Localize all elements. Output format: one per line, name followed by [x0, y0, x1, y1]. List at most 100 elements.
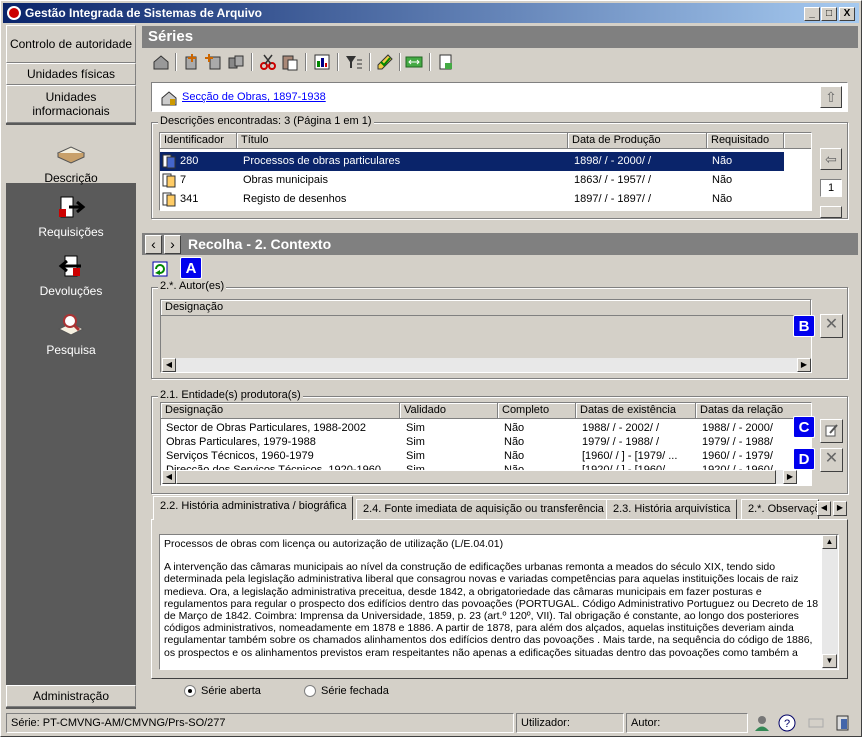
scroll-right-arrow[interactable]: ▶ [797, 358, 811, 372]
house-icon [161, 91, 177, 106]
table-row[interactable]: 341 Registo de desenhos 1897/ / - 1897/ … [160, 190, 784, 209]
nav-item-pesquisa[interactable]: Pesquisa [6, 311, 136, 361]
badge-a: A [180, 257, 202, 279]
paste-icon[interactable] [281, 53, 299, 71]
scroll-left-arrow[interactable]: ◀ [162, 470, 176, 484]
col-header-data-producao[interactable]: Data de Produção [568, 133, 707, 149]
scroll-thumb[interactable] [176, 470, 776, 484]
producers-hscrollbar[interactable]: ◀ ▶ [162, 470, 797, 484]
close-icon: ✕ [824, 450, 839, 467]
tabs-scroll-right[interactable]: ▶ [833, 501, 847, 516]
authors-group-label: 2.*. Autor(es) [158, 280, 227, 292]
col-header-titulo[interactable]: Título [237, 133, 568, 149]
book-icon [56, 146, 86, 164]
col-header-requisitado[interactable]: Requisitado [707, 133, 784, 149]
edit-producer-button[interactable] [820, 419, 843, 443]
section-next-button[interactable]: › [164, 235, 181, 254]
move-record-icon[interactable] [227, 53, 245, 71]
scroll-up-arrow[interactable]: ▲ [822, 535, 837, 549]
tab-historia-arquivistica[interactable]: 2.3. História arquivística [606, 499, 738, 519]
radio-serie-fechada[interactable] [304, 685, 316, 697]
close-button[interactable]: X [839, 7, 855, 21]
scroll-right-arrow[interactable]: ▶ [783, 470, 797, 484]
nav-unidades-fisicas[interactable]: Unidades físicas [6, 63, 136, 85]
scroll-down-arrow[interactable]: ▼ [822, 654, 837, 668]
row-requisitado: Não [712, 193, 733, 205]
cut-icon[interactable] [259, 53, 277, 71]
col-header-designacao[interactable]: Designação [161, 300, 811, 316]
descriptions-group-label: Descrições encontradas: 3 (Página 1 em 1… [158, 115, 374, 127]
col-header-datas-existencia[interactable]: Datas de existência [576, 403, 696, 419]
scroll-left-arrow[interactable]: ◀ [162, 358, 176, 372]
tabs-scroll-left[interactable]: ◀ [817, 501, 831, 516]
history-paragraph: Processos de obras com licença ou autori… [164, 538, 504, 550]
add-record-icon[interactable] [183, 53, 201, 71]
minimize-button[interactable]: _ [804, 7, 820, 21]
add-child-record-icon[interactable] [205, 53, 223, 71]
nav-controlo-autoridade[interactable]: Controlo de autoridade [6, 25, 136, 63]
series-folder-icon [162, 192, 176, 207]
row-title: Registo de desenhos [243, 193, 347, 205]
nav-item-requisicoes[interactable]: Requisições [6, 193, 136, 243]
table-row[interactable]: Serviços Técnicos, 1960-1979 Sim Não [19… [161, 449, 811, 463]
table-row[interactable]: Obras Particulares, 1979-1988 Sim Não 19… [161, 435, 811, 449]
series-header: Séries [142, 26, 858, 48]
help-icon[interactable]: ? [778, 714, 796, 732]
next-page-button[interactable] [820, 206, 842, 218]
request-arrow-icon [59, 196, 86, 218]
authors-hscrollbar[interactable]: ◀ ▶ [162, 358, 811, 372]
home-icon[interactable] [152, 53, 170, 71]
col-header-identificador[interactable]: Identificador [160, 133, 237, 149]
row-validado: Sim [406, 436, 425, 448]
nav-item-devolucoes[interactable]: Devoluções [6, 252, 136, 302]
history-vscrollbar[interactable]: ▲ ▼ [822, 535, 838, 669]
radio-serie-aberta[interactable] [184, 685, 196, 697]
row-date: 1863/ / - 1957/ / [574, 174, 652, 186]
status-serie: Série: PT-CMVNG-AM/CMVNG/Prs-SO/277 [6, 713, 514, 733]
remove-producer-button[interactable]: ✕ [820, 448, 843, 472]
close-icon: ✕ [824, 316, 839, 333]
breadcrumb: Secção de Obras, 1897-1938 ⇧ [151, 82, 848, 112]
go-up-button[interactable]: ⇧ [820, 86, 842, 108]
remove-author-button[interactable]: ✕ [820, 314, 843, 338]
nav-administracao[interactable]: Administração [6, 685, 136, 707]
table-row[interactable]: 280 Processos de obras particulares 1898… [160, 152, 784, 171]
nav-item-label: Pesquisa [46, 343, 96, 357]
row-id: 7 [180, 174, 187, 186]
exit-icon[interactable] [834, 714, 852, 732]
breadcrumb-link[interactable]: Secção de Obras, 1897-1938 [182, 91, 326, 103]
left-navigation: Controlo de autoridade Unidades físicas … [6, 25, 136, 709]
badge-d: D [793, 448, 815, 470]
page-number-field[interactable]: 1 [820, 179, 842, 197]
refresh-icon[interactable] [152, 261, 168, 277]
authors-table: Designação ◀ ▶ [160, 299, 812, 373]
nav-item-descricao[interactable]: Descrição [6, 125, 136, 185]
report-icon[interactable] [313, 53, 331, 71]
link-icon[interactable] [405, 53, 423, 71]
badge-b: B [793, 315, 815, 337]
nav-unidades-informacionais[interactable]: Unidades informacionais [6, 85, 136, 123]
section-prev-button[interactable]: ‹ [145, 235, 162, 254]
radio-dot [188, 689, 192, 693]
filter-icon[interactable] [345, 53, 363, 71]
history-textarea[interactable]: Processos de obras com licença ou autori… [159, 534, 839, 670]
user-icon[interactable] [753, 714, 771, 732]
row-completo: Não [504, 450, 525, 462]
export-icon[interactable] [437, 53, 455, 71]
disabled-tool-icon [808, 718, 824, 728]
col-header-validado[interactable]: Validado [400, 403, 498, 419]
tab-historia-administrativa[interactable]: 2.2. História administrativa / biográfic… [153, 496, 354, 520]
previous-page-button[interactable]: ⇦ [820, 148, 842, 170]
col-header-completo[interactable]: Completo [498, 403, 576, 419]
status-user: Utilizador: [516, 713, 624, 733]
tab-fonte-imediata[interactable]: 2.4. Fonte imediata de aquisição ou tran… [356, 499, 611, 519]
badge-c: C [793, 416, 815, 438]
table-row[interactable]: Sector de Obras Particulares, 1988-2002 … [161, 421, 811, 435]
validate-icon[interactable] [376, 53, 394, 71]
col-header-designacao[interactable]: Designação [161, 403, 400, 419]
tab-observacoes[interactable]: 2.*. Observaçõ [741, 499, 819, 519]
table-row[interactable]: 7 Obras municipais 1863/ / - 1957/ / Não [160, 171, 784, 190]
magnifier-icon [57, 314, 85, 336]
maximize-button[interactable]: □ [821, 7, 837, 21]
row-datas-existencia: [1960/ / ] - [1979/ ... [582, 450, 678, 462]
